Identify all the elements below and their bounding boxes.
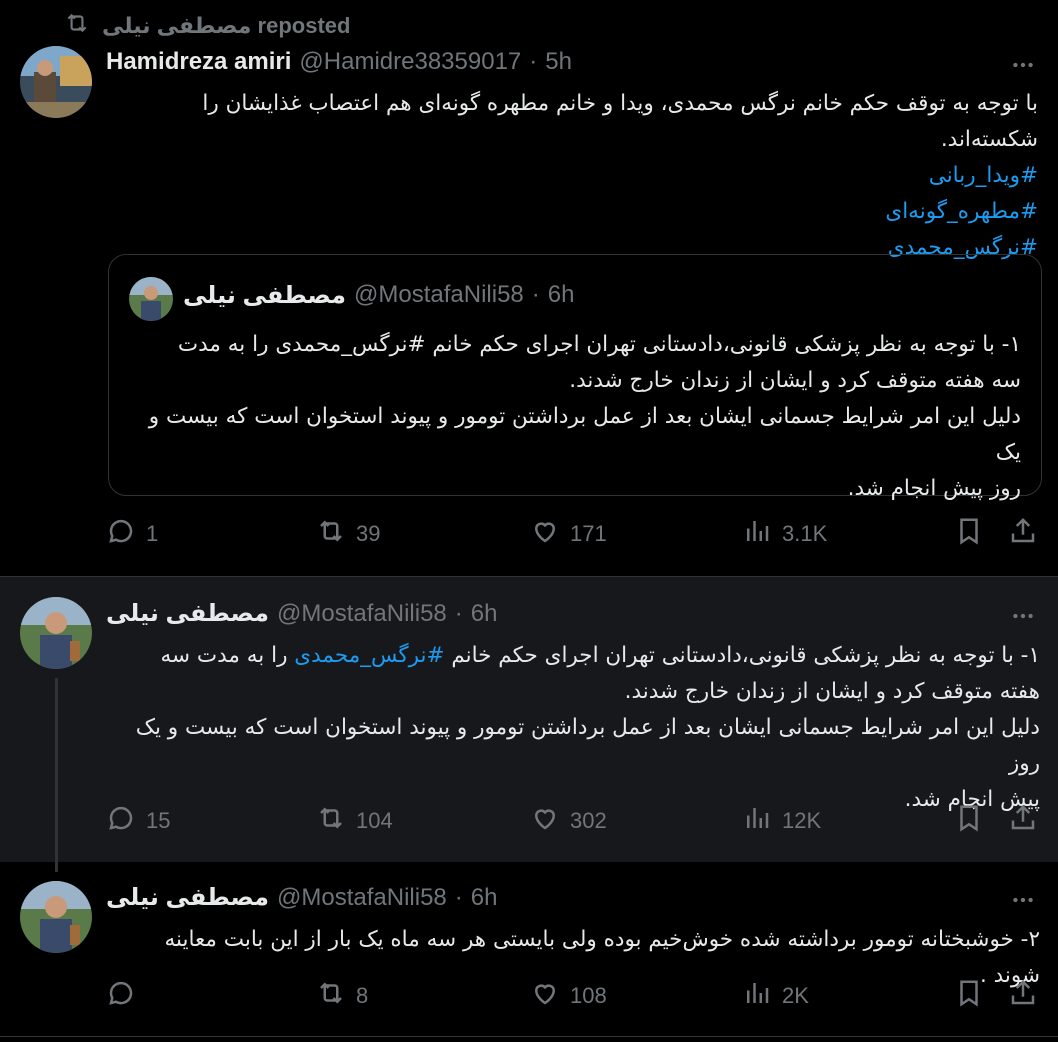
repost-indicator[interactable]: مصطفی نیلی reposted [64, 10, 350, 42]
retweet-icon [316, 803, 346, 839]
separator: · [454, 600, 463, 627]
retweet-icon [64, 10, 90, 42]
author-name[interactable]: Hamidreza amiri [106, 48, 291, 76]
quote-text-line: ۱- با توجه به نظر پزشکی قانونی،دادستانی … [177, 332, 1021, 357]
timestamp[interactable]: 6h [471, 884, 498, 912]
author-name[interactable]: مصطفی نیلی [106, 599, 269, 628]
views-button[interactable]: 3.1K [742, 514, 827, 554]
quote-text-line: دلیل این امر شرایط جسمانی ایشان بعد از ع… [148, 404, 1021, 465]
quote-separator: · [531, 281, 540, 308]
views-button[interactable]: 2K [742, 976, 809, 1016]
divider [0, 1036, 1058, 1037]
like-button[interactable]: 171 [530, 514, 607, 554]
tweet-actions: 15 104 302 12K [106, 801, 1036, 841]
retweet-count: 39 [356, 521, 381, 546]
separator: · [529, 48, 538, 75]
bookmark-icon [954, 516, 984, 552]
author-handle[interactable]: @Hamidre38359017 [299, 48, 521, 76]
like-icon [530, 978, 560, 1014]
hashtag[interactable]: #مطهره_گونه‌ای [118, 194, 1038, 230]
quote-author-handle: @MostafaNili58 [354, 281, 524, 308]
retweet-count: 8 [356, 983, 369, 1008]
more-icon[interactable] [1010, 603, 1036, 629]
tweet-text: با توجه به توقف حکم خانم نرگس محمدی، وید… [202, 91, 1038, 152]
separator: · [454, 884, 463, 911]
quote-author-name: مصطفی نیلی [183, 282, 346, 309]
share-icon [1008, 978, 1038, 1014]
share-button[interactable] [1008, 801, 1038, 841]
retweet-icon [316, 516, 346, 552]
quote-tweet[interactable]: مصطفی نیلی @MostafaNili58 · 6h ۱- با توج… [108, 254, 1042, 501]
views-icon [742, 803, 772, 839]
quote-avatar [129, 277, 173, 321]
avatar[interactable] [20, 46, 92, 118]
views-count: 2K [782, 983, 809, 1008]
reply-count: 15 [146, 808, 171, 833]
like-button[interactable]: 108 [530, 976, 607, 1016]
reply-icon [106, 516, 136, 552]
retweet-button[interactable]: 39 [316, 514, 380, 554]
author-name[interactable]: مصطفی نیلی [106, 883, 269, 912]
share-icon [1008, 803, 1038, 839]
reply-icon [106, 978, 136, 1014]
quote-timestamp: 6h [547, 281, 575, 308]
tweet-actions: 8 108 2K [106, 976, 1036, 1016]
like-count: 171 [570, 521, 607, 546]
views-button[interactable]: 12K [742, 801, 821, 841]
reply-button[interactable]: 1 [106, 514, 158, 554]
views-icon [742, 516, 772, 552]
retweet-count: 104 [356, 808, 393, 833]
share-button[interactable] [1008, 514, 1038, 554]
bookmark-button[interactable] [954, 514, 984, 554]
more-icon[interactable] [1010, 52, 1036, 78]
quote-text-line: روز پیش انجام شد. [847, 476, 1021, 501]
retweet-icon [316, 978, 346, 1014]
tweet-text-line: هفته متوقف کرد و ایشان از زندان خارج شدن… [624, 679, 1040, 704]
like-count: 108 [570, 983, 607, 1008]
timestamp[interactable]: 6h [471, 600, 498, 628]
reply-icon [106, 803, 136, 839]
tweet-text-line: دلیل این امر شرایط جسمانی ایشان بعد از ع… [135, 715, 1040, 776]
reply-button[interactable]: 15 [106, 801, 170, 841]
retweet-button[interactable]: 104 [316, 801, 393, 841]
bookmark-icon [954, 803, 984, 839]
reply-count: 1 [146, 521, 159, 546]
like-count: 302 [570, 808, 607, 833]
repost-label: مصطفی نیلی reposted [102, 13, 351, 38]
views-count: 3.1K [782, 521, 828, 546]
avatar[interactable] [20, 881, 92, 953]
hashtag[interactable]: #نرگس_محمدی [294, 643, 444, 668]
bookmark-button[interactable] [954, 976, 984, 1016]
reply-button[interactable] [106, 976, 146, 1016]
like-button[interactable]: 302 [530, 801, 607, 841]
like-icon [530, 803, 560, 839]
like-icon [530, 516, 560, 552]
avatar[interactable] [20, 597, 92, 669]
tweet-text-line: ۱- با توجه به نظر پزشکی قانونی،دادستانی … [160, 643, 1041, 668]
tweet-actions: 1 39 171 3.1K [106, 514, 1036, 554]
views-count: 12K [782, 808, 822, 833]
quote-text-line: سه هفته متوقف کرد و ایشان از زندان خارج … [569, 368, 1021, 393]
share-icon [1008, 516, 1038, 552]
timestamp[interactable]: 5h [545, 48, 572, 76]
hashtag[interactable]: #ویدا_ربانی [118, 158, 1038, 194]
more-icon[interactable] [1010, 887, 1036, 913]
author-handle[interactable]: @MostafaNili58 [277, 884, 447, 912]
author-handle[interactable]: @MostafaNili58 [277, 600, 447, 628]
bookmark-button[interactable] [954, 801, 984, 841]
share-button[interactable] [1008, 976, 1038, 1016]
views-icon [742, 978, 772, 1014]
thread-line [55, 678, 58, 872]
retweet-button[interactable]: 8 [316, 976, 368, 1016]
bookmark-icon [954, 978, 984, 1014]
